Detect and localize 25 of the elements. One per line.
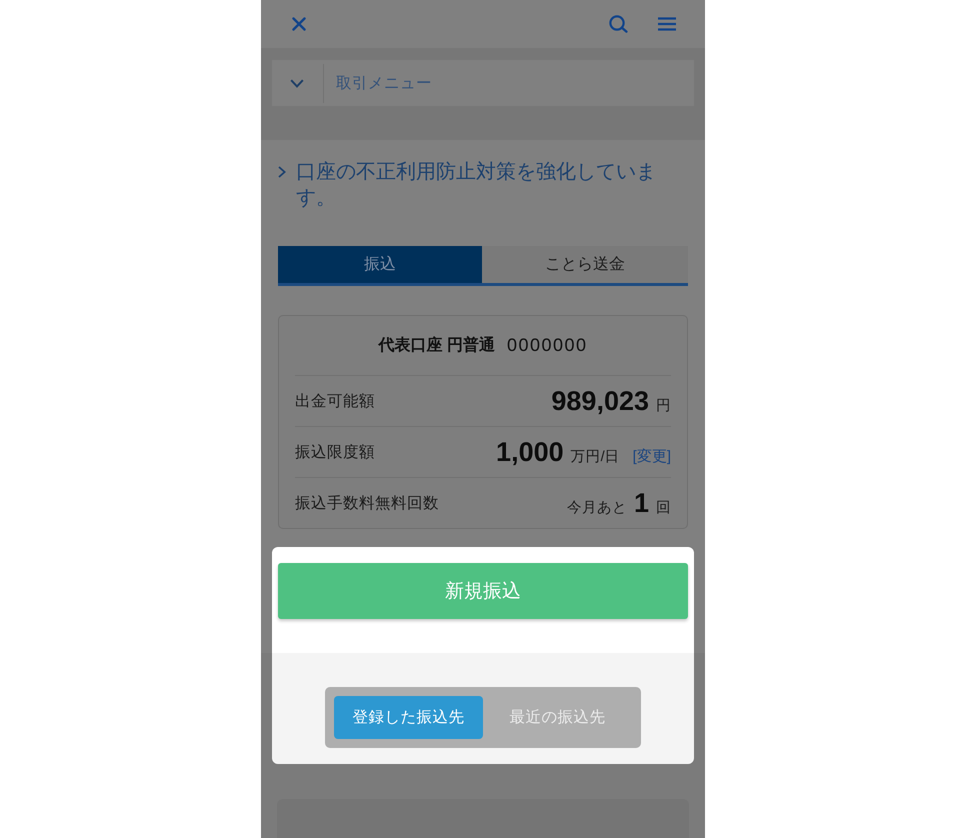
row-label: 振込手数料無料回数 — [295, 494, 439, 514]
row-label: 出金可能額 — [295, 392, 375, 412]
tab[interactable]: 振込 — [278, 246, 482, 283]
search-icon[interactable] — [609, 15, 628, 33]
account-number: 0000000 — [506, 335, 588, 356]
value-text: 回 — [656, 498, 671, 516]
tab[interactable]: ことら送金 — [482, 246, 688, 283]
close-icon[interactable] — [292, 17, 306, 31]
change-link[interactable]: [変更] — [632, 446, 671, 466]
amount-value: 1 — [634, 490, 649, 516]
destination-tab[interactable]: 最近の振込先 — [483, 696, 632, 739]
value-text: 円 — [656, 396, 671, 414]
chevron-right-icon — [278, 166, 286, 178]
transaction-menu-toggle[interactable]: 取引メニュー — [272, 60, 694, 106]
value-text: 万円/日 — [570, 448, 620, 466]
row-label: 振込限度額 — [295, 442, 375, 462]
account-name: 代表口座 円普通 — [378, 335, 495, 356]
new-transfer-button[interactable]: 新規振込 — [278, 563, 688, 619]
value-text: 今月あと — [566, 498, 627, 516]
destination-tab[interactable]: 登録した振込先 — [334, 696, 483, 739]
amount-value: 989,023 — [551, 388, 649, 414]
chevron-down-icon — [290, 78, 304, 88]
notice-link[interactable]: 口座の不正利用防止対策を強化しています。 — [278, 159, 664, 211]
amount-value: 1,000 — [496, 438, 564, 466]
menu-icon[interactable] — [658, 17, 676, 31]
